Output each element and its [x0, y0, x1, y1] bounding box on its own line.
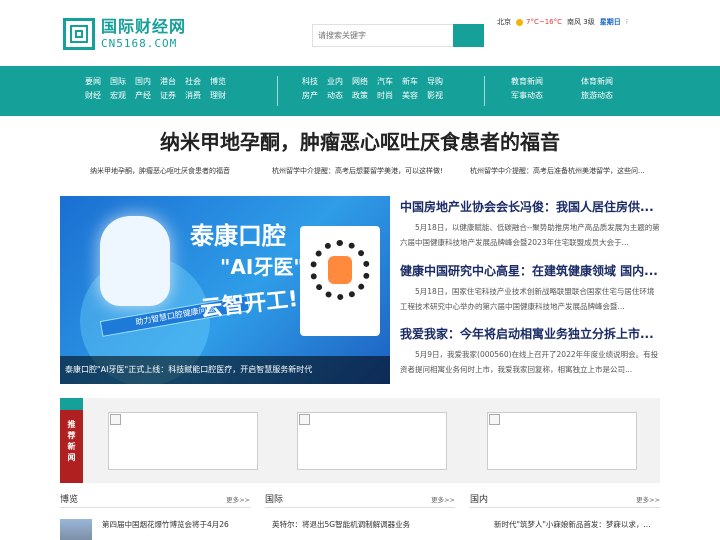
weather-city: 北京 — [497, 18, 511, 26]
nav-item[interactable]: 汽车 — [377, 77, 402, 86]
site-header: 国际财经网 CN5168.COM 北京 7°C~16°C 南风 3级 星期日 ⁝ — [0, 0, 720, 66]
nav-item[interactable]: 业内 — [327, 77, 352, 86]
headline-title[interactable]: 纳米甲地孕酮，肿瘤恶心呕吐厌食患者的福音 — [0, 126, 720, 155]
news-title[interactable]: 我爱我家：今年将启动相寓业务独立分拆上市... — [400, 325, 660, 342]
nav-item[interactable]: 军事动态 — [511, 91, 581, 100]
nav-item[interactable]: 博览 — [210, 77, 235, 86]
column-item[interactable]: 新时代"筑梦人"小寐娘新品首发：梦寐以求，... — [494, 519, 660, 530]
sun-icon — [516, 18, 523, 26]
nav-item[interactable]: 产经 — [135, 91, 160, 100]
logo-icon — [63, 18, 95, 50]
search-button[interactable] — [453, 24, 484, 47]
nav-group-other: 教育新闻 体育新闻 军事动态 旅游动态 — [511, 77, 631, 100]
nav-item[interactable]: 网络 — [352, 77, 377, 86]
feature-title-3: 云智开工! — [199, 286, 300, 323]
label-char: 荐 — [67, 430, 76, 440]
recommended-strip: 推 荐 新 闻 — [60, 398, 660, 483]
feature-caption[interactable]: 泰康口腔"AI牙医"正式上线：科技赋能口腔医疗，开启智慧服务新时代 — [60, 356, 390, 384]
mascot-icon — [328, 256, 352, 284]
subline-link[interactable]: 杭州留学中介提醒：高考后想要留学美港，可以这样做! — [272, 166, 443, 176]
nav-item[interactable]: 新车 — [402, 77, 427, 86]
nav-item[interactable]: 社会 — [185, 77, 210, 86]
qr-code-icon — [300, 226, 380, 336]
nav-item[interactable]: 体育新闻 — [581, 77, 631, 86]
nav-item[interactable]: 理财 — [210, 91, 235, 100]
recommended-label: 推 荐 新 闻 — [60, 398, 83, 483]
nav-item[interactable]: 国内 — [135, 77, 160, 86]
nav-item[interactable]: 旅游动态 — [581, 91, 631, 100]
more-link[interactable]: 更多>> — [431, 494, 455, 504]
label-char: 推 — [67, 419, 76, 429]
nav-item[interactable]: 房产 — [302, 91, 327, 100]
nav-group-tech: 科技 业内 网络 汽车 新车 导购 房产 动态 政策 时尚 美容 影视 — [302, 77, 452, 100]
more-link[interactable]: 更多>> — [226, 494, 250, 504]
nav-item[interactable]: 教育新闻 — [511, 77, 581, 86]
weather-widget: 北京 7°C~16°C 南风 3级 星期日 ⁝ — [497, 17, 633, 27]
weather-temp: 7°C~16°C — [526, 18, 563, 26]
feature-title-1: 泰康口腔 — [190, 222, 286, 250]
news-desc: 5月9日，我爱我家(000560)在线上召开了2022年年度业绩说明会。有投资者… — [400, 350, 659, 374]
tooth-icon — [100, 216, 170, 306]
nav-item[interactable]: 财经 — [85, 91, 110, 100]
nav-item[interactable]: 要闻 — [85, 77, 110, 86]
news-desc: 5月18日，以健康赋能、低碳融合--聚势助推房地产高品质发展为主题的第六届中国健… — [400, 223, 660, 247]
nav-divider — [484, 76, 485, 106]
logo-text-cn: 国际财经网 — [101, 17, 187, 36]
nav-item[interactable]: 港台 — [160, 77, 185, 86]
feature-title-2: "AI牙医" — [220, 255, 304, 279]
column-header-expo: 博览 更多>> — [60, 492, 250, 508]
nav-item[interactable]: 证券 — [160, 91, 185, 100]
nav-item[interactable]: 影视 — [427, 91, 452, 100]
column-header-international: 国际 更多>> — [265, 492, 455, 508]
more-link[interactable]: 更多>> — [636, 494, 660, 504]
recommended-image[interactable] — [487, 412, 637, 470]
search-input[interactable] — [312, 24, 453, 47]
nav-item[interactable]: 动态 — [327, 91, 352, 100]
main-nav: 要闻 国际 国内 港台 社会 博览 财经 宏观 产经 证券 消费 理财 科技 业… — [0, 66, 720, 116]
label-char: 闻 — [67, 452, 76, 462]
weather-wind: 南风 3级 — [567, 18, 595, 26]
news-thumbnail[interactable] — [60, 519, 92, 540]
column-item[interactable]: 英特尔：将退出5G智能机调制解调器业务 — [272, 519, 455, 530]
nav-divider — [277, 76, 278, 106]
subline-link[interactable]: 杭州留学中介提醒：高考后准备杭州美港留学，这些问... — [470, 166, 660, 176]
nav-item[interactable]: 政策 — [352, 91, 377, 100]
nav-item[interactable]: 国际 — [110, 77, 135, 86]
label-char: 新 — [67, 441, 76, 451]
nav-item[interactable]: 科技 — [302, 77, 327, 86]
news-desc: 5月18日，国家住宅科技产业技术创新战略联盟联合国家住宅与居住环境工程技术研究中… — [400, 287, 655, 311]
news-title[interactable]: 中国房地产业协会会长冯俊：我国人居住房供... — [400, 198, 660, 215]
more-icon[interactable]: ⁝ — [626, 18, 628, 26]
weather-weekday: 星期日 — [599, 18, 621, 26]
nav-item[interactable]: 美容 — [402, 91, 427, 100]
column-item[interactable]: 第四届中国烟花爆竹博览会将于4月26 — [102, 519, 252, 530]
site-logo[interactable]: 国际财经网 CN5168.COM — [63, 17, 187, 51]
logo-text-en: CN5168.COM — [101, 37, 178, 50]
search-bar — [312, 24, 484, 47]
column-title[interactable]: 国内 — [470, 492, 488, 505]
column-title[interactable]: 国际 — [265, 492, 283, 505]
recommended-image[interactable] — [297, 412, 447, 470]
subline-link[interactable]: 纳米甲地孕酮，肿瘤恶心呕吐厌食患者的福音 — [90, 166, 230, 176]
feature-banner[interactable]: 助力智慧口腔健康问题 泰康口腔 "AI牙医" 云智开工! 泰康口腔"AI牙医"正… — [60, 196, 390, 384]
nav-item[interactable]: 宏观 — [110, 91, 135, 100]
nav-item[interactable]: 时尚 — [377, 91, 402, 100]
recommended-image[interactable] — [108, 412, 258, 470]
nav-group-news: 要闻 国际 国内 港台 社会 博览 财经 宏观 产经 证券 消费 理财 — [85, 77, 235, 100]
news-title[interactable]: 健康中国研究中心高星：在建筑健康领域 国内... — [400, 262, 660, 279]
column-title[interactable]: 博览 — [60, 492, 78, 505]
column-header-domestic: 国内 更多>> — [470, 492, 660, 508]
nav-item[interactable]: 导购 — [427, 77, 452, 86]
nav-item[interactable]: 消费 — [185, 91, 210, 100]
